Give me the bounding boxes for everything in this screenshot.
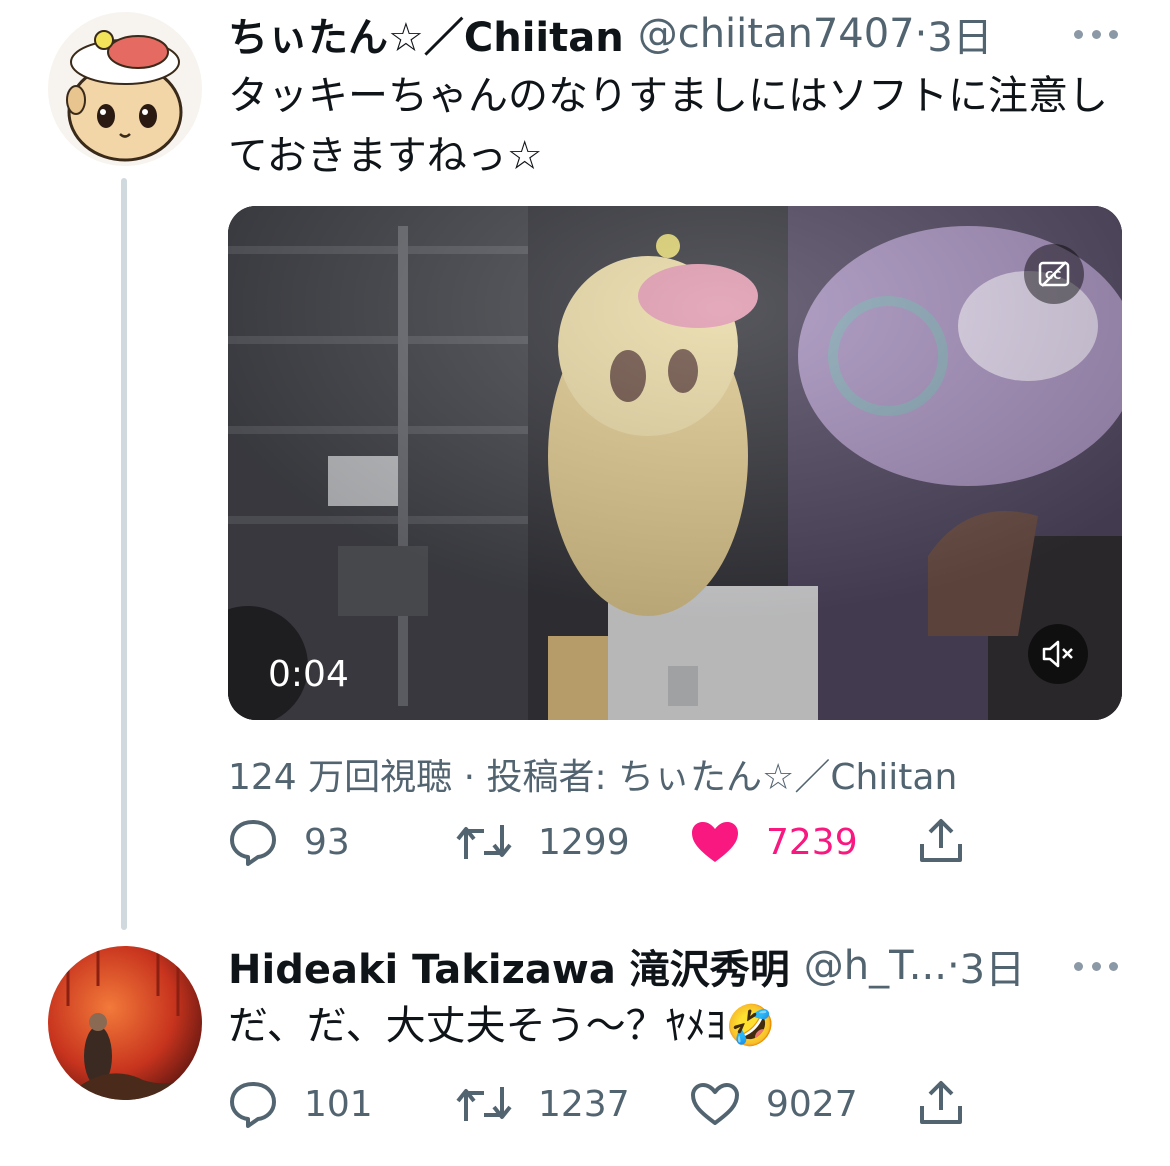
video-player[interactable]: CC 0:04 [228,206,1122,720]
video-duration: 0:04 [268,654,349,695]
avatar[interactable] [48,12,202,166]
avatar[interactable] [48,946,202,1100]
tweet-text: だ、だ、大丈夫そう〜？ﾔﾒﾖ🤣 [228,1003,776,1049]
retweet-icon [456,1081,512,1127]
video-views-line: 124 万回視聴 · 投稿者: ちぃたん☆／Chiitan [228,757,958,798]
more-icon[interactable] [1074,24,1118,44]
tweet-actions: 93 1299 7239 [228,812,988,872]
display-name[interactable]: Hideaki Takizawa 滝沢秀明 [228,937,790,995]
like-button[interactable]: 7239 [690,812,858,872]
tweet: Hideaki Takizawa 滝沢秀明 @h_T... · 3日 だ、だ、大… [0,930,1170,1166]
heart-icon [690,820,740,864]
retweet-count: 1299 [538,821,630,863]
timestamp[interactable]: 3日 [927,5,992,63]
reply-button[interactable]: 101 [228,1074,373,1134]
separator-dot: · [946,943,960,989]
user-handle[interactable]: @h_T... [804,943,947,989]
tweet-actions: 101 1237 9027 [228,1074,988,1134]
tweet-header: Hideaki Takizawa 滝沢秀明 @h_T... · 3日 [228,936,1025,996]
tweet-header: ちぃたん☆／Chiitan @chiitan7407 · 3日 [228,4,993,64]
retweet-icon [456,819,512,865]
like-count: 7239 [766,821,858,863]
share-button[interactable] [918,1074,964,1134]
mute-icon[interactable] [1028,624,1088,684]
reply-icon [228,1080,278,1128]
reply-count: 93 [304,821,350,863]
share-icon [918,818,964,866]
like-count: 9027 [766,1083,858,1125]
retweet-count: 1237 [538,1083,630,1125]
reply-button[interactable]: 93 [228,812,350,872]
display-name[interactable]: ちぃたん☆／Chiitan [228,5,624,63]
timestamp[interactable]: 3日 [960,937,1025,995]
retweet-button[interactable]: 1237 [456,1074,630,1134]
thread-line [121,178,127,930]
share-icon [918,1080,964,1128]
captions-icon[interactable]: CC [1024,244,1084,304]
tweet-text: タッキーちゃんのなりすましにはソフトに注意しておきますねっ☆ [228,73,1108,179]
tweet: ちぃたん☆／Chiitan @chiitan7407 · 3日 タッキーちゃんの… [0,0,1170,930]
video-thumbnail [228,206,1122,720]
share-button[interactable] [918,812,964,872]
user-handle[interactable]: @chiitan7407 [638,11,915,57]
like-button[interactable]: 9027 [690,1074,858,1134]
reply-icon [228,818,278,866]
separator-dot: · [914,11,928,57]
heart-icon [690,1082,740,1126]
reply-count: 101 [304,1083,373,1125]
more-icon[interactable] [1074,956,1118,976]
retweet-button[interactable]: 1299 [456,812,630,872]
